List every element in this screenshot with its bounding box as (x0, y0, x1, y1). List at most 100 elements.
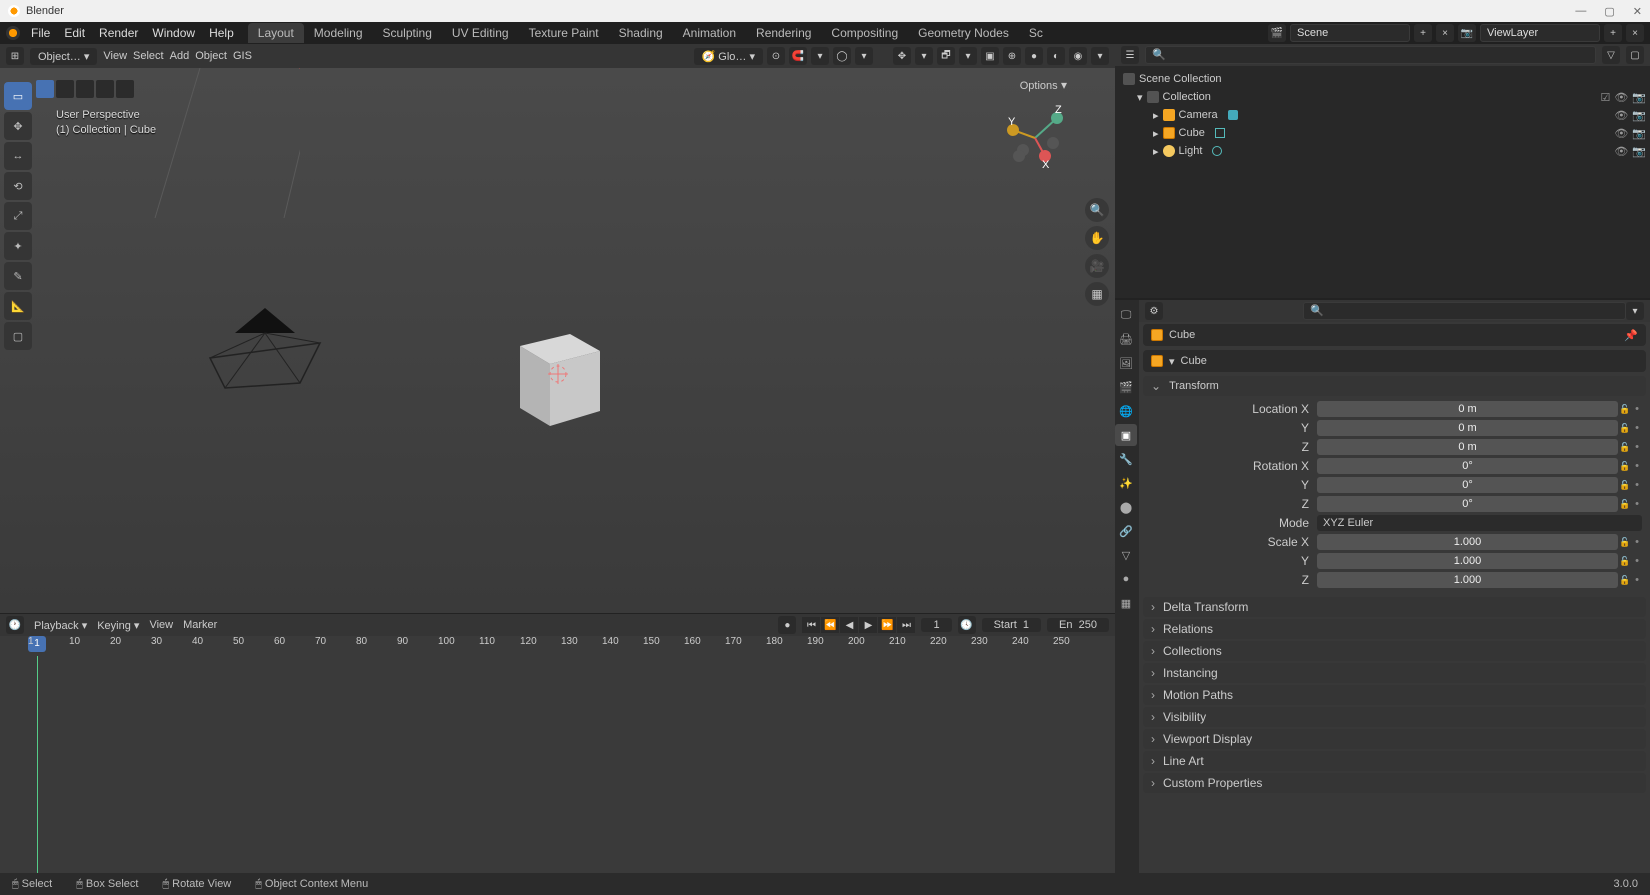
panel-relations[interactable]: Relations (1143, 619, 1646, 639)
panel-transform-header[interactable]: Transform (1143, 376, 1646, 396)
gizmo-options-icon[interactable]: ▾ (915, 47, 933, 65)
hide-toggle[interactable]: 👁 (1614, 145, 1628, 158)
lock-icon[interactable]: 🔓 (1618, 480, 1632, 491)
pivot-icon[interactable]: ⊙ (767, 47, 785, 65)
ptab-material[interactable]: ● (1115, 568, 1137, 590)
cube-object[interactable] (500, 316, 610, 436)
end-frame-input[interactable]: En 250 (1047, 618, 1109, 632)
blender-icon[interactable] (6, 26, 20, 40)
outliner-filter-button[interactable]: ▽ (1602, 46, 1620, 64)
outliner-type-icon[interactable]: ☰ (1121, 46, 1139, 64)
jump-start-button[interactable]: ⏮ (802, 617, 820, 633)
outliner-row-cube[interactable]: ▸ Cube 👁📷 (1119, 124, 1646, 142)
tab-layout[interactable]: Layout (248, 23, 304, 43)
lock-icon[interactable]: 🔓 (1618, 442, 1632, 453)
panel-collections[interactable]: Collections (1143, 641, 1646, 661)
animate-button[interactable]: • (1632, 574, 1642, 586)
outliner-row-camera[interactable]: ▸ Camera 👁📷 (1119, 106, 1646, 124)
preview-range-toggle[interactable]: 🕓 (958, 616, 976, 634)
properties-type-icon[interactable]: ⚙ (1145, 302, 1163, 320)
panel-visibility[interactable]: Visibility (1143, 707, 1646, 727)
ptab-physics[interactable]: ⬤ (1115, 496, 1137, 518)
tab-modeling[interactable]: Modeling (304, 23, 373, 43)
tab-shading[interactable]: Shading (609, 23, 673, 43)
animate-button[interactable]: • (1632, 498, 1642, 510)
scale-z-input[interactable]: 1.000 (1317, 572, 1618, 588)
outliner-row-scene-collection[interactable]: Scene Collection (1119, 70, 1646, 88)
lock-icon[interactable]: 🔓 (1618, 499, 1632, 510)
lock-icon[interactable]: 🔓 (1618, 404, 1632, 415)
rotation-y-input[interactable]: 0° (1317, 477, 1618, 493)
orientation-select[interactable]: 🧭 Glo… ▾ (694, 48, 763, 65)
hide-toggle[interactable]: 👁 (1614, 109, 1628, 122)
ptab-data[interactable]: ▽ (1115, 544, 1137, 566)
shading-rendered-button[interactable]: ◉ (1069, 47, 1087, 65)
tool-annotate[interactable]: ✎ (4, 262, 32, 290)
object-breadcrumb[interactable]: Cube 📌 (1143, 324, 1646, 346)
ptab-render[interactable]: 🖵 (1115, 304, 1137, 326)
outliner-new-collection-button[interactable]: ▢ (1626, 46, 1644, 64)
properties-options-icon[interactable]: ▾ (1626, 302, 1644, 320)
scene-browse-icon[interactable]: 🎬 (1268, 24, 1286, 42)
auto-keying-toggle[interactable]: ● (778, 616, 796, 634)
current-frame-input[interactable]: 1 (921, 618, 951, 632)
tab-compositing[interactable]: Compositing (821, 23, 908, 43)
timeline-body[interactable] (0, 656, 1115, 873)
timeline-editor-type-icon[interactable]: 🕐 (6, 616, 24, 634)
shading-solid-button[interactable]: ● (1025, 47, 1043, 65)
play-button[interactable]: ▶ (859, 617, 877, 633)
timeline-menu-view[interactable]: View (149, 619, 173, 631)
tab-uv-editing[interactable]: UV Editing (442, 23, 519, 43)
viewlayer-name-input[interactable] (1480, 24, 1600, 42)
panel-motion-paths[interactable]: Motion Paths (1143, 685, 1646, 705)
rotation-mode-select[interactable]: XYZ Euler (1317, 515, 1642, 531)
menu-file[interactable]: File (25, 24, 56, 42)
editor-type-icon[interactable]: ⊞ (6, 47, 24, 65)
proportional-edit-toggle[interactable]: ◯ (833, 47, 851, 65)
tool-scale[interactable]: ⤢ (4, 202, 32, 230)
view3d-menu-view[interactable]: View (103, 50, 127, 62)
exclude-checkbox[interactable]: ☑ (1600, 91, 1610, 104)
location-x-input[interactable]: 0 m (1317, 401, 1618, 417)
overlay-toggle[interactable]: 🗗 (937, 47, 955, 65)
ptab-viewlayer[interactable]: 🖼 (1115, 352, 1137, 374)
shading-options-icon[interactable]: ▾ (1091, 47, 1109, 65)
viewlayer-new-button[interactable]: + (1604, 24, 1622, 42)
animate-button[interactable]: • (1632, 403, 1642, 415)
camera-view-button[interactable]: 🎥 (1085, 254, 1109, 278)
animate-button[interactable]: • (1632, 536, 1642, 548)
tool-move[interactable]: ↔ (4, 142, 32, 170)
mode-select[interactable]: Object… ▾ (30, 48, 97, 65)
tab-animation[interactable]: Animation (673, 23, 746, 43)
gizmo-toggle[interactable]: ✥ (893, 47, 911, 65)
animate-button[interactable]: • (1632, 460, 1642, 472)
timeline-ruler[interactable]: 1 11020304050607080901001101201301401501… (0, 636, 1115, 656)
outliner-tree[interactable]: Scene Collection ▾ Collection ☑👁📷 ▸ Came… (1115, 66, 1650, 298)
camera-object[interactable] (200, 303, 330, 393)
navigation-gizmo[interactable]: Z Y X (995, 98, 1075, 178)
hide-toggle[interactable]: 👁 (1614, 91, 1628, 104)
location-z-input[interactable]: 0 m (1317, 439, 1618, 455)
snap-target-icon[interactable]: ▾ (811, 47, 829, 65)
scene-delete-button[interactable]: × (1436, 24, 1454, 42)
view3d-menu-object[interactable]: Object (195, 50, 227, 62)
rotation-z-input[interactable]: 0° (1317, 496, 1618, 512)
lock-icon[interactable]: 🔓 (1618, 423, 1632, 434)
ptab-object[interactable]: ▣ (1115, 424, 1137, 446)
tool-transform[interactable]: ✦ (4, 232, 32, 260)
ptab-scene[interactable]: 🎬 (1115, 376, 1137, 398)
menu-edit[interactable]: Edit (58, 24, 91, 42)
xray-toggle[interactable]: ▣ (981, 47, 999, 65)
ptab-modifiers[interactable]: 🔧 (1115, 448, 1137, 470)
jump-prev-key-button[interactable]: ⏪ (821, 617, 839, 633)
animate-button[interactable]: • (1632, 422, 1642, 434)
tab-texture-paint[interactable]: Texture Paint (519, 23, 609, 43)
start-frame-input[interactable]: Start 1 (982, 618, 1041, 632)
maximize-button[interactable]: ▢ (1604, 5, 1614, 18)
jump-next-key-button[interactable]: ⏩ (878, 617, 896, 633)
snap-toggle[interactable]: 🧲 (789, 47, 807, 65)
tool-select-box[interactable]: ▭ (4, 82, 32, 110)
ptab-texture[interactable]: ▦ (1115, 592, 1137, 614)
view3d-menu-add[interactable]: Add (170, 50, 190, 62)
disable-render-toggle[interactable]: 📷 (1632, 127, 1646, 140)
